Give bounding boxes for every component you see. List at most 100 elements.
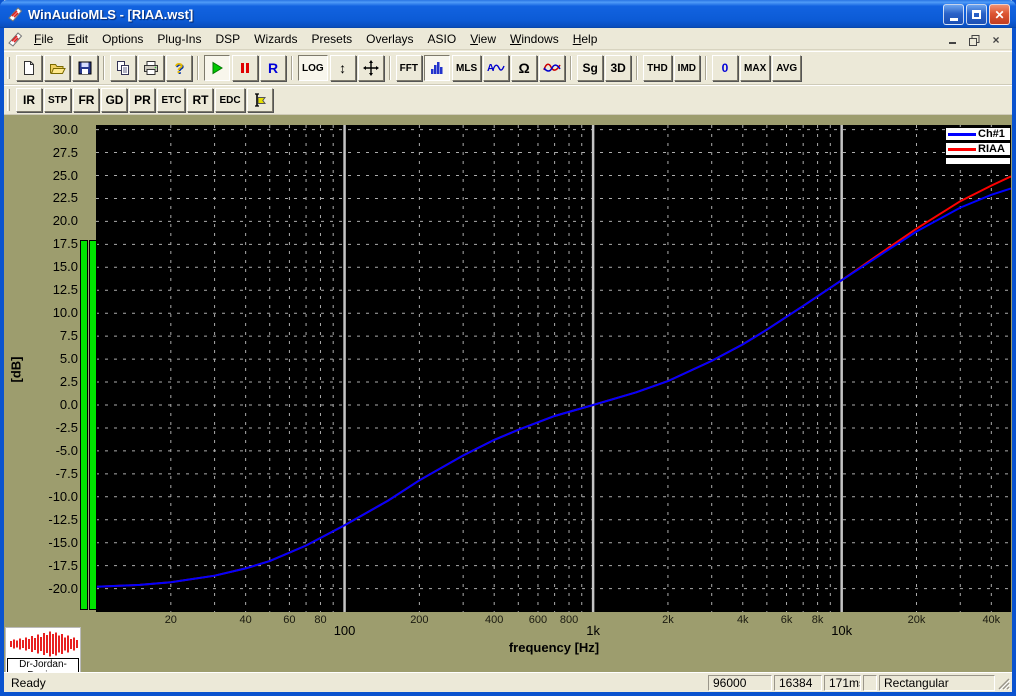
play-button[interactable]	[204, 55, 230, 81]
legend-line-sample	[948, 132, 976, 136]
x-tick-label: 40k	[982, 614, 1001, 626]
print-button[interactable]	[138, 55, 164, 81]
new-button[interactable]	[16, 55, 42, 81]
menu-overlays[interactable]: Overlays	[359, 30, 420, 48]
logo-bar	[25, 637, 27, 651]
three-d-button[interactable]: 3D	[605, 55, 632, 81]
spectrum-bars-icon	[429, 60, 445, 76]
energy-time-curve-button[interactable]: ETC	[157, 88, 186, 112]
menu-asio[interactable]: ASIO	[421, 30, 464, 48]
maximize-button[interactable]	[966, 4, 987, 25]
close-button[interactable]: ✕	[989, 4, 1010, 25]
imd-button[interactable]: IMD	[673, 55, 701, 81]
log-scale-label: LOG	[302, 62, 324, 74]
menu-view[interactable]: View	[463, 30, 503, 48]
zero-button[interactable]: 0	[712, 55, 739, 81]
impedance-button[interactable]: Ω	[511, 55, 538, 81]
y-tick-label: 15.0	[52, 259, 78, 275]
y-tick-label: 0.0	[59, 397, 78, 412]
legend-empty-slot	[945, 157, 1011, 165]
plot-canvas[interactable]	[96, 125, 1011, 612]
menu-file[interactable]: File	[27, 30, 60, 48]
logo-bar	[64, 637, 66, 651]
fft-button[interactable]: FFT	[395, 55, 422, 81]
pan-button[interactable]	[357, 55, 384, 81]
menu-help[interactable]: Help	[566, 30, 605, 48]
pause-button[interactable]	[232, 55, 258, 81]
max-hold-button[interactable]: MAX	[740, 55, 771, 81]
step-response-button[interactable]: STP	[44, 88, 72, 112]
signal-analyzer-button[interactable]: A	[483, 55, 510, 81]
vendor-logo: Dr-Jordan-Design	[5, 627, 81, 672]
minimize-button[interactable]	[943, 4, 964, 25]
mdi-minimize-icon	[948, 41, 956, 44]
thd-label: THD	[647, 62, 668, 74]
resize-grip[interactable]	[997, 675, 1011, 691]
menu-options[interactable]: Options	[95, 30, 150, 48]
menu-edit[interactable]: Edit	[60, 30, 95, 48]
reverb-time-button[interactable]: RT	[187, 88, 214, 112]
mls-button[interactable]: MLS	[452, 55, 482, 81]
menu-bar: File Edit Options Plug-Ins DSP Wizards Presets…	[4, 28, 1012, 50]
signal-generator-label: Sg	[582, 61, 598, 75]
phase-response-button[interactable]: PR	[129, 88, 156, 112]
x-tick-label: 200	[410, 614, 429, 626]
vertical-zoom-button[interactable]: ↕	[329, 55, 356, 81]
energy-decay-curve-button[interactable]: EDC	[215, 88, 245, 112]
x-tick-label: 20k	[907, 614, 926, 626]
menu-windows[interactable]: Windows	[503, 30, 566, 48]
menu-dsp[interactable]: DSP	[208, 30, 247, 48]
status-extra	[863, 674, 877, 691]
mdi-restore-button[interactable]	[966, 32, 982, 46]
y-tick-label: -10.0	[48, 488, 78, 504]
transfer-curve-icon	[543, 60, 561, 76]
menu-items: File Edit Options Plug-Ins DSP Wizards Presets…	[27, 30, 604, 48]
impulse-response-label: IR	[23, 93, 35, 107]
vendor-logo-text: Dr-Jordan-Design	[7, 658, 79, 672]
y-tick-label: 20.0	[52, 213, 78, 229]
record-button[interactable]: R	[260, 55, 286, 81]
frequency-response-button[interactable]: FR	[73, 88, 100, 112]
pause-bars-icon	[237, 60, 253, 76]
mdi-close-button[interactable]: ×	[988, 32, 1004, 47]
toolbar-separator	[197, 56, 199, 80]
frequency-response-label: FR	[78, 93, 95, 107]
group-delay-button[interactable]: GD	[101, 88, 128, 112]
logo-bar	[37, 634, 39, 654]
thd-button[interactable]: THD	[643, 55, 672, 81]
vertical-zoom-label: ↕	[339, 60, 347, 76]
save-button[interactable]	[72, 55, 98, 81]
transfer-function-button[interactable]	[539, 55, 566, 81]
logo-bar	[16, 640, 18, 648]
plot-legend: Ch#1 RIAA	[945, 127, 1011, 165]
log-scale-button[interactable]: LOG	[298, 55, 328, 81]
document-icon	[7, 31, 23, 47]
maximize-icon	[972, 10, 981, 19]
toolbar-grip[interactable]	[7, 89, 10, 111]
impulse-response-button[interactable]: IR	[16, 88, 42, 112]
spectrum-button[interactable]	[424, 55, 450, 81]
mdi-minimize-button[interactable]	[944, 32, 960, 46]
title-bar[interactable]: WinAudioMLS - [RIAA.wst] ✕	[0, 0, 1016, 28]
toolbar-separator	[103, 56, 105, 80]
marker-button[interactable]	[246, 88, 273, 112]
menu-wizards[interactable]: Wizards	[247, 30, 304, 48]
pan-arrows-icon	[362, 60, 379, 76]
help-button[interactable]: ?	[166, 55, 192, 81]
signal-generator-button[interactable]: Sg	[577, 55, 604, 81]
imd-label: IMD	[677, 62, 697, 74]
x-tick-label: 400	[485, 614, 504, 626]
y-tick-label: 12.5	[52, 282, 78, 298]
status-duration: 171ms	[824, 674, 861, 691]
menu-presets[interactable]: Presets	[304, 30, 359, 48]
open-button[interactable]	[44, 55, 70, 81]
average-button[interactable]: AVG	[772, 55, 802, 81]
menu-plugins[interactable]: Plug-Ins	[150, 30, 208, 48]
logo-bar	[70, 639, 72, 649]
app-window: WinAudioMLS - [RIAA.wst] ✕ File Edit Optio…	[0, 0, 1016, 696]
toolbar-separator	[570, 56, 573, 80]
max-hold-label: MAX	[744, 62, 767, 74]
copy-button[interactable]	[110, 55, 136, 81]
y-tick-label: -15.0	[48, 534, 78, 550]
toolbar-grip[interactable]	[7, 57, 10, 79]
